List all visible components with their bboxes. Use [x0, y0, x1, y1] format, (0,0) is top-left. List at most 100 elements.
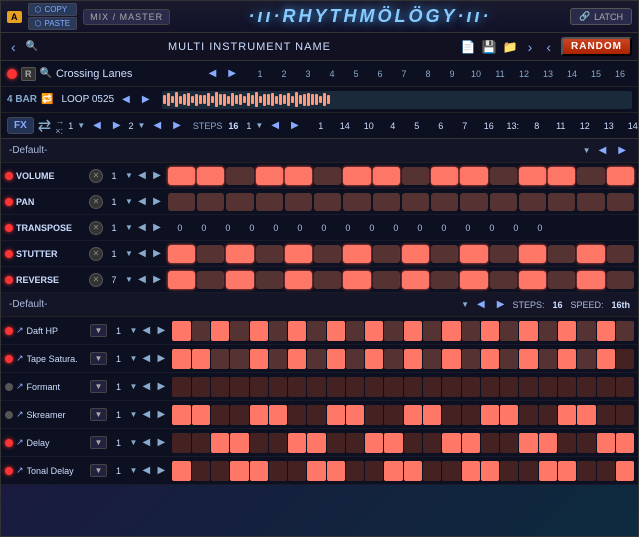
tape-left[interactable]: ◀	[140, 353, 152, 364]
volume-right[interactable]: ▶	[151, 170, 163, 181]
pad[interactable]	[519, 245, 546, 263]
inst-pad[interactable]	[423, 461, 441, 481]
inst-pad[interactable]	[307, 405, 325, 425]
pad[interactable]	[460, 245, 487, 263]
inst-pad[interactable]	[346, 405, 364, 425]
pad[interactable]	[431, 167, 458, 185]
pad[interactable]	[168, 167, 195, 185]
stutter-chevron[interactable]: ▼	[125, 249, 133, 258]
tonal-delay-right[interactable]: ▶	[155, 465, 167, 476]
pad[interactable]	[226, 193, 253, 211]
chevron-3[interactable]: ▼	[255, 121, 263, 130]
inst-pad[interactable]	[211, 321, 229, 341]
pad[interactable]	[548, 167, 575, 185]
pad[interactable]	[607, 245, 634, 263]
inst-pad[interactable]	[269, 405, 287, 425]
inst-pad[interactable]	[519, 461, 537, 481]
inst-pad[interactable]	[172, 349, 190, 369]
inst-pad[interactable]	[307, 461, 325, 481]
inst-pad[interactable]	[404, 433, 422, 453]
inst-pad[interactable]	[423, 321, 441, 341]
pan-chevron[interactable]: ▼	[125, 197, 133, 206]
inst-pad[interactable]	[577, 377, 595, 397]
inst-pad[interactable]	[481, 349, 499, 369]
pad[interactable]	[607, 167, 634, 185]
inst-pad[interactable]	[616, 405, 634, 425]
inst-pad[interactable]	[365, 377, 383, 397]
copy-button[interactable]: ⬡ COPY	[28, 3, 78, 16]
inst-pad[interactable]	[442, 321, 460, 341]
inst-pad[interactable]	[597, 405, 615, 425]
pad[interactable]	[402, 271, 429, 289]
inst-pad[interactable]	[172, 377, 190, 397]
loop-nav-right[interactable]: ▶	[138, 94, 154, 105]
pad[interactable]	[314, 245, 341, 263]
pad[interactable]	[490, 245, 517, 263]
inst-pad[interactable]	[423, 405, 441, 425]
nav-right-arrow[interactable]: ›	[524, 39, 537, 55]
ctrl-right-1[interactable]: ▶	[109, 120, 125, 131]
inst-pad[interactable]	[442, 349, 460, 369]
inst-pad[interactable]	[211, 433, 229, 453]
inst-pad[interactable]	[384, 405, 402, 425]
inst-pad[interactable]	[597, 321, 615, 341]
inst-pad[interactable]	[346, 461, 364, 481]
pad[interactable]	[548, 193, 575, 211]
inst-pad[interactable]	[269, 433, 287, 453]
pad[interactable]	[256, 245, 283, 263]
inst-pad[interactable]	[192, 405, 210, 425]
pan-left[interactable]: ◀	[136, 196, 148, 207]
inst-pad[interactable]	[346, 321, 364, 341]
tape-dropdown[interactable]: ▼	[90, 352, 108, 365]
pad[interactable]	[343, 245, 370, 263]
delay-chevron[interactable]: ▼	[129, 438, 137, 447]
inst-pad[interactable]	[404, 321, 422, 341]
inst-pad[interactable]	[558, 377, 576, 397]
inst-pad[interactable]	[423, 349, 441, 369]
transpose-chevron[interactable]: ▼	[125, 223, 133, 232]
save-icon[interactable]: 💾	[482, 40, 497, 54]
formant-dropdown[interactable]: ▼	[90, 380, 108, 393]
transpose-left[interactable]: ◀	[136, 222, 148, 233]
inst-pad[interactable]	[597, 377, 615, 397]
pad[interactable]	[285, 271, 312, 289]
reverse-chevron[interactable]: ▼	[125, 275, 133, 284]
skreamer-left[interactable]: ◀	[140, 409, 152, 420]
inst-pad[interactable]	[558, 405, 576, 425]
section2-chevron[interactable]: ▼	[461, 300, 469, 309]
reverse-left[interactable]: ◀	[136, 274, 148, 285]
inst-pad[interactable]	[365, 405, 383, 425]
inst-pad[interactable]	[307, 433, 325, 453]
pad[interactable]	[490, 271, 517, 289]
inst-pad[interactable]	[616, 377, 634, 397]
pad[interactable]	[256, 271, 283, 289]
transpose-right[interactable]: ▶	[151, 222, 163, 233]
inst-pad[interactable]	[558, 349, 576, 369]
formant-right[interactable]: ▶	[155, 381, 167, 392]
daft-hp-left[interactable]: ◀	[140, 325, 152, 336]
inst-pad[interactable]	[172, 321, 190, 341]
inst-pad[interactable]	[442, 433, 460, 453]
skreamer-dropdown[interactable]: ▼	[90, 408, 108, 421]
tonal-delay-chevron[interactable]: ▼	[129, 466, 137, 475]
inst-pad[interactable]	[172, 461, 190, 481]
inst-pad[interactable]	[307, 349, 325, 369]
inst-pad[interactable]	[442, 405, 460, 425]
pad[interactable]	[314, 193, 341, 211]
inst-pad[interactable]	[269, 321, 287, 341]
inst-pad[interactable]	[481, 461, 499, 481]
pad[interactable]	[431, 193, 458, 211]
inst-pad[interactable]	[500, 349, 518, 369]
expand-icon[interactable]: ⇄	[38, 116, 51, 136]
inst-pad[interactable]	[346, 433, 364, 453]
formant-left[interactable]: ◀	[140, 381, 152, 392]
inst-pad[interactable]	[192, 377, 210, 397]
pad[interactable]	[460, 271, 487, 289]
ctrl-left-2[interactable]: ◀	[149, 120, 165, 131]
pad[interactable]	[285, 193, 312, 211]
pad[interactable]	[490, 193, 517, 211]
fx-button[interactable]: FX	[7, 117, 34, 134]
delay-dropdown[interactable]: ▼	[90, 436, 108, 449]
inst-pad[interactable]	[211, 405, 229, 425]
pad[interactable]	[548, 245, 575, 263]
